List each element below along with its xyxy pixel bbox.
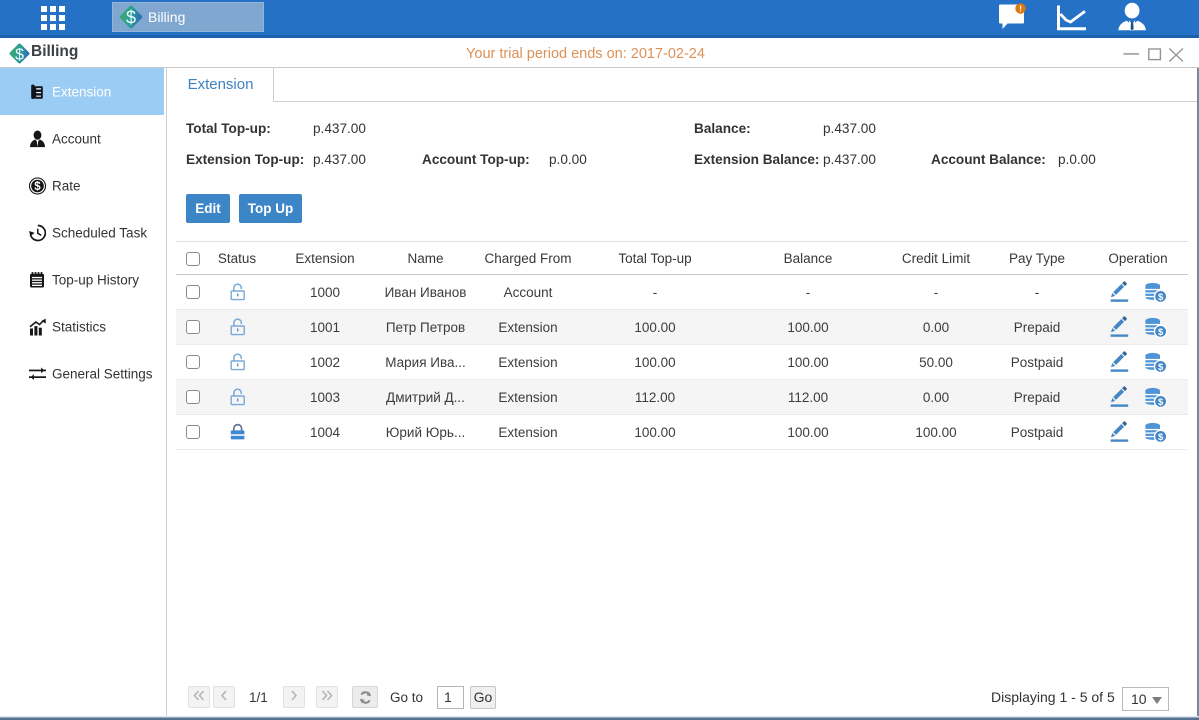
svg-text:$: $ (126, 8, 136, 28)
svg-text:$: $ (34, 181, 41, 193)
svg-text:!: ! (1019, 4, 1022, 14)
